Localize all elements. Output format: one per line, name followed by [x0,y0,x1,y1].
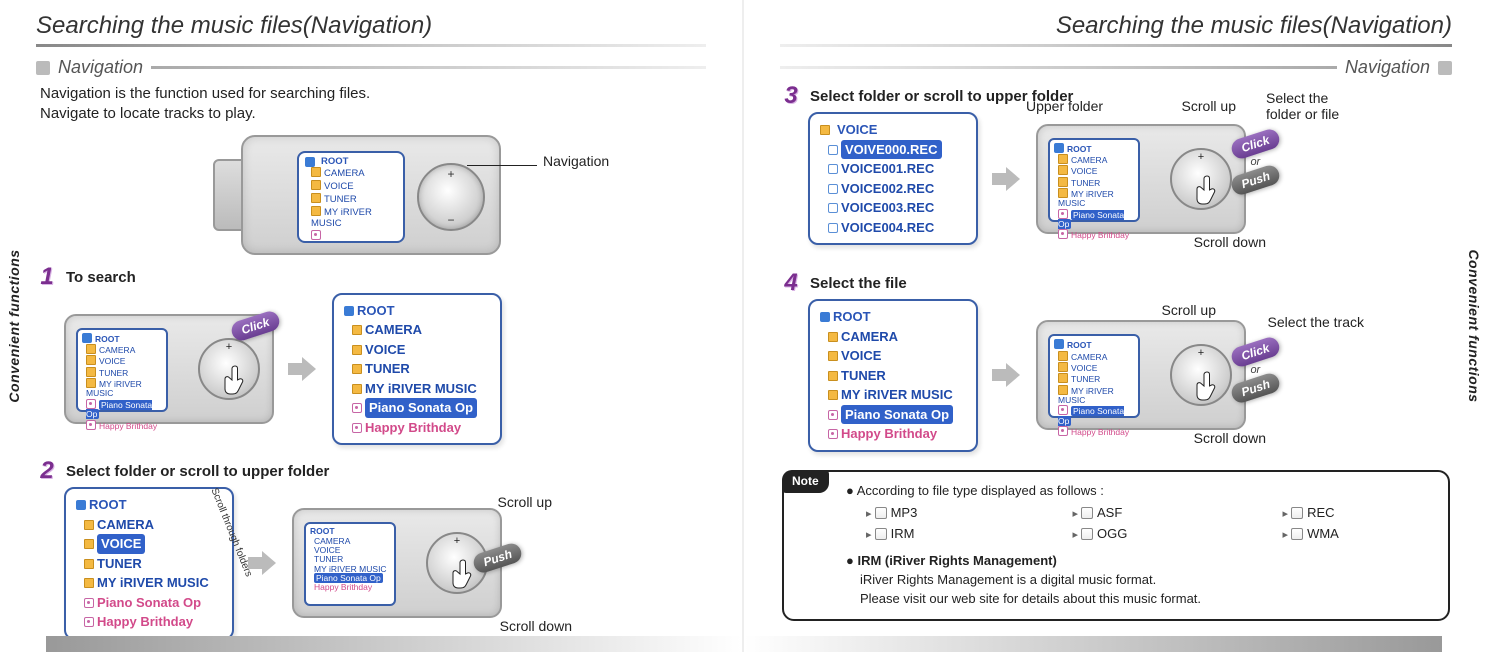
mini-device-step2: ROOT CAMERA VOICE TUNER MY iRIVER MUSIC … [292,508,502,618]
filetype-label: OGG [1097,526,1127,541]
page-number-left: 5-1 [0,636,36,652]
arrow-icon [248,551,278,575]
push-badge: Push [1229,162,1282,196]
filetype-label: REC [1307,505,1334,520]
step-4: 4 Select the file [780,271,1452,295]
footer-fade [744,636,1442,652]
scroll-up-label: Scroll up [1182,98,1236,114]
note-tag: Note [782,470,829,493]
mini-screen: ROOT CAMERA VOICE TUNER MY iRIVER MUSIC … [1048,334,1140,418]
page-right: Searching the music files(Navigation) Na… [744,0,1488,652]
folder-item: CAMERA [324,168,365,179]
filetype-label: MP3 [891,505,918,520]
arrow-icon [992,167,1022,191]
note-line1: ● According to file type displayed as fo… [846,482,1434,501]
step-title: Select folder or scroll to upper folder [66,459,329,480]
filetype-grid: MP3 ASF REC IRM OGG WMA [866,504,1434,544]
side-tab-right: Convenient functions [1466,249,1482,402]
title-underline [36,44,706,47]
irm-heading: ● IRM (iRiver Rights Management) [846,552,1434,571]
step-number: 2 [36,459,58,483]
mini-screen: ROOT CAMERA VOICE TUNER MY iRIVER MUSIC … [76,328,168,412]
section-name: Navigation [58,57,143,78]
mini-screen: ROOT CAMERA VOICE TUNER MY iRIVER MUSIC … [304,522,396,606]
section-bar-left: Navigation [36,57,706,78]
hero-device: ROOT CAMERA VOICE TUNER MY iRIVER MUSIC … [241,135,501,255]
step-number: 4 [780,271,802,295]
note-box: Note ● According to file type displayed … [782,470,1450,621]
page-title-left: Searching the music files(Navigation) [36,12,706,40]
upper-folder-label: Upper folder [1026,98,1103,114]
arrow-icon [992,363,1022,387]
mini-dial[interactable] [1170,344,1232,406]
root-label: ROOT [321,157,348,168]
scroll-up-label: Scroll up [1162,302,1216,318]
filetype-icon [1291,528,1303,540]
section-name: Navigation [1345,57,1430,78]
scroll-down-label: Scroll down [500,618,572,634]
push-badge: Push [1229,371,1282,405]
irm-line2: Please visit our web site for details ab… [846,590,1434,609]
page-left: Searching the music files(Navigation) Na… [0,0,744,652]
nav-dial[interactable] [417,163,485,231]
step-number: 1 [36,265,58,289]
folder-item: VOICE [324,181,354,192]
scroll-down-label: Scroll down [1194,430,1266,446]
select-track-label: Select the track [1268,314,1365,330]
scroll-up-label: Scroll up [498,494,552,510]
section-line [151,66,706,69]
mini-dial[interactable] [198,338,260,400]
or-label: or [1250,364,1260,376]
or-label: or [1250,156,1260,168]
step-title: Select the file [810,271,907,292]
filetype-label: ASF [1097,505,1122,520]
side-tab-left: Convenient functions [6,249,22,402]
filetype-label: WMA [1307,526,1339,541]
mini-screen: ROOT CAMERA VOICE TUNER MY iRIVER MUSIC … [1048,138,1140,222]
mini-device-step3: ROOT CAMERA VOICE TUNER MY iRIVER MUSIC … [1036,124,1246,234]
scroll-down-label: Scroll down [1194,234,1266,250]
callout-line [467,165,537,166]
footer-fade [46,636,742,652]
intro-text: Navigation is the function used for sear… [40,84,706,125]
source-panel-step3: VOICE VOIVE000.REC VOICE001.REC VOICE002… [808,112,978,245]
step-number: 3 [780,84,802,108]
page-number-right: 5-2 [1452,636,1488,652]
section-cap-icon [36,61,50,75]
step-title: To search [66,265,136,286]
result-panel-step1: ROOT CAMERA VOICE TUNER MY iRIVER MUSIC … [332,293,502,446]
title-underline [780,44,1452,47]
intro-line1: Navigation is the function used for sear… [40,84,706,104]
irm-line1: iRiver Rights Management is a digital mu… [846,571,1434,590]
arrow-icon [288,357,318,381]
mini-device-step4: ROOT CAMERA VOICE TUNER MY iRIVER MUSIC … [1036,320,1246,430]
callout-navigation: Navigation [543,153,609,169]
mini-device-step1: ROOT CAMERA VOICE TUNER MY iRIVER MUSIC … [64,314,274,424]
intro-line2: Navigate to locate tracks to play. [40,104,706,124]
page-title-right: Searching the music files(Navigation) [780,12,1452,40]
source-panel-step4: ROOT CAMERA VOICE TUNER MY iRIVER MUSIC … [808,299,978,452]
hero-screen: ROOT CAMERA VOICE TUNER MY iRIVER MUSIC … [297,151,405,243]
filetype-icon [1291,507,1303,519]
filetype-label: IRM [891,526,915,541]
mini-dial[interactable] [1170,148,1232,210]
section-line [780,66,1337,69]
filetype-icon [1081,528,1093,540]
folder-item: TUNER [324,194,357,205]
filetype-icon [875,528,887,540]
filetype-icon [875,507,887,519]
section-bar-right: Navigation [780,57,1452,78]
source-panel-step2: ROOT CAMERA VOICE TUNER MY iRIVER MUSIC … [64,487,234,640]
section-cap-icon [1438,61,1452,75]
step-1: 1 To search [36,265,706,289]
step-2: 2 Select folder or scroll to upper folde… [36,459,706,483]
filetype-icon [1081,507,1093,519]
select-folder-file-label: Select the folder or file [1266,90,1356,122]
